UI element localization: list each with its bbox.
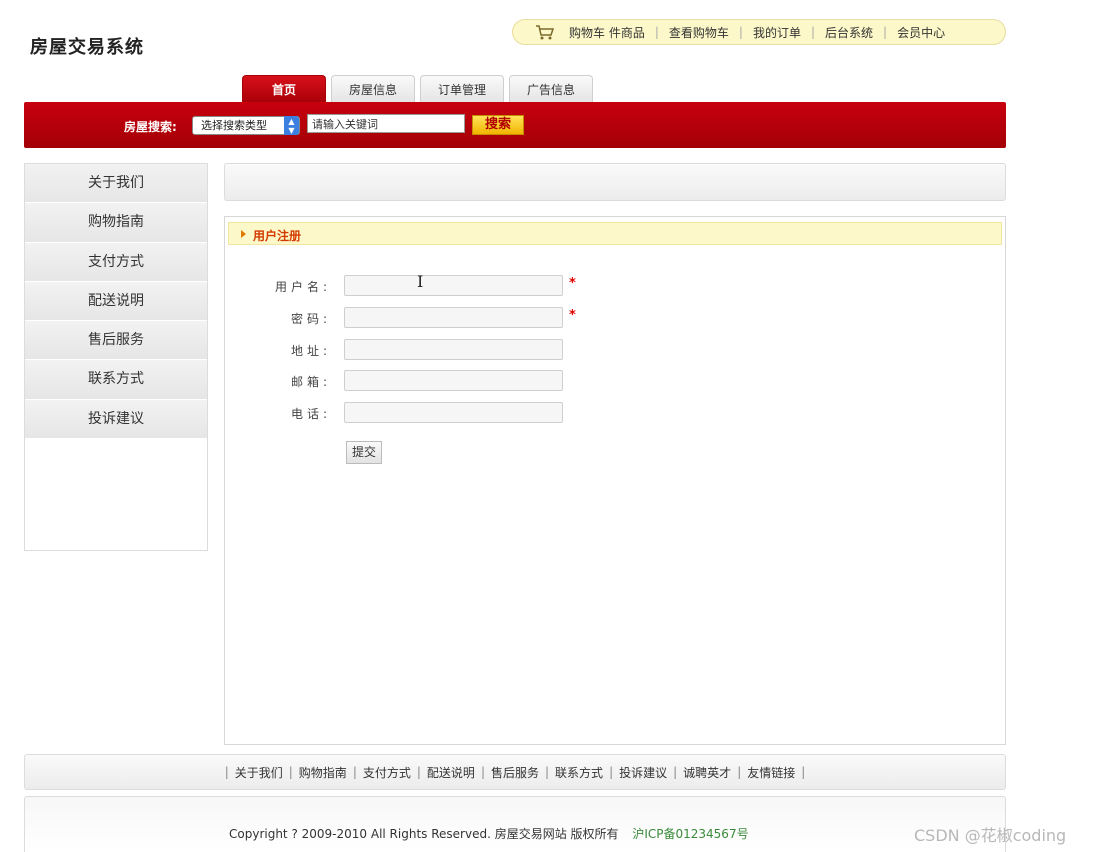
password-label: 密码: [290,312,331,326]
panel-title: 用户注册 [253,229,302,243]
divider: | [654,25,659,39]
address-label: 地址: [290,344,331,358]
search-keyword-input[interactable] [307,114,465,133]
tab-ad-info[interactable]: 广告信息 [509,75,593,103]
divider: | [801,765,806,779]
top-links-bar: 购物车 件商品 | 查看购物车 | 我的订单 | 后台系统 | 会员中心 [512,19,1006,45]
footer-link-delivery[interactable]: 配送说明 [427,764,475,781]
footer-links-bar: | 关于我们 | 购物指南 | 支付方式 | 配送说明 | 售后服务 | 联系方… [24,754,1006,790]
footer-link-careers[interactable]: 诚聘英才 [683,764,731,781]
divider: | [673,765,678,779]
shopping-cart-icon[interactable] [535,24,555,40]
view-cart-link[interactable]: 查看购物车 [669,24,729,41]
panel-header: 用户注册 [228,222,1002,245]
copyright-text: Copyright ? 2009-2010 All Rights Reserve… [229,827,619,841]
content-top-bar [224,163,1006,201]
phone-input[interactable] [344,402,563,423]
sidebar-item-about[interactable]: 关于我们 [25,164,207,204]
search-button[interactable]: 搜索 [472,115,524,135]
email-label: 邮箱: [290,375,331,389]
username-label: 用户名: [274,280,331,294]
password-input[interactable] [344,307,563,328]
sidebar-item-delivery[interactable]: 配送说明 [25,281,207,322]
email-input[interactable] [344,370,563,391]
phone-label: 电话: [290,407,331,421]
form-row-address: 地址: [225,339,1007,361]
text-cursor-icon: I [417,272,424,291]
divider: | [416,765,421,779]
divider: | [288,765,293,779]
form-row-username: 用户名: * [225,275,1007,297]
footer-link-friend-links[interactable]: 友情链接 [747,764,795,781]
footer-link-shopping-guide[interactable]: 购物指南 [299,764,347,781]
search-type-select[interactable]: 选择搜索类型 ▲ ▼ [192,116,300,135]
form-row-phone: 电话: [225,402,1007,424]
search-type-value: 选择搜索类型 [201,119,267,132]
divider: | [738,25,743,39]
divider: | [883,25,888,39]
divider: | [737,765,742,779]
admin-system-link[interactable]: 后台系统 [825,24,873,41]
divider: | [810,25,815,39]
arrow-right-icon [241,230,246,238]
site-title: 房屋交易系统 [30,37,144,58]
main-nav-tabs: 首页 房屋信息 订单管理 广告信息 [242,75,598,103]
required-marker: * [569,308,576,323]
sidebar-item-after-sales[interactable]: 售后服务 [25,321,207,361]
username-input[interactable] [344,275,563,296]
sidebar: 关于我们 购物指南 支付方式 配送说明 售后服务 联系方式 投诉建议 [24,163,208,551]
sidebar-item-complaints[interactable]: 投诉建议 [25,399,207,440]
csdn-watermark: CSDN @花椒coding [914,826,1067,845]
address-input[interactable] [344,339,563,360]
copyright-line: Copyright ? 2009-2010 All Rights Reserve… [229,825,749,842]
footer-link-contact[interactable]: 联系方式 [555,764,603,781]
select-arrow-icon: ▲ ▼ [284,116,299,135]
tab-home[interactable]: 首页 [242,75,326,103]
cart-count-link[interactable]: 购物车 件商品 [569,24,645,41]
footer-copyright-area: Copyright ? 2009-2010 All Rights Reserve… [24,796,1006,852]
footer-link-payment[interactable]: 支付方式 [363,764,411,781]
footer-link-after-sales[interactable]: 售后服务 [491,764,539,781]
divider: | [352,765,357,779]
divider: | [609,765,614,779]
sidebar-item-payment[interactable]: 支付方式 [25,242,207,282]
divider: | [480,765,485,779]
search-bar: 房屋搜索: 选择搜索类型 ▲▼ 搜索 [24,102,1006,148]
required-marker: * [569,276,576,291]
sidebar-item-contact[interactable]: 联系方式 [25,360,207,400]
footer-link-about[interactable]: 关于我们 [235,764,283,781]
member-center-link[interactable]: 会员中心 [897,24,945,41]
form-row-email: 邮箱: [225,370,1007,392]
sidebar-item-shopping-guide[interactable]: 购物指南 [25,203,207,243]
divider: | [545,765,550,779]
search-label: 房屋搜索: [124,120,177,134]
my-orders-link[interactable]: 我的订单 [753,24,801,41]
icp-license-link[interactable]: 沪ICP备01234567号 [632,827,748,841]
registration-panel: 用户注册 用户名: * 密码: * 地址: 邮箱: 电话: 提交 I [224,216,1006,745]
tab-house-info[interactable]: 房屋信息 [331,75,415,103]
divider: | [224,765,229,779]
submit-button[interactable]: 提交 [346,441,382,464]
form-row-password: 密码: * [225,307,1007,329]
tab-order-management[interactable]: 订单管理 [420,75,504,103]
footer-link-complaints[interactable]: 投诉建议 [619,764,667,781]
